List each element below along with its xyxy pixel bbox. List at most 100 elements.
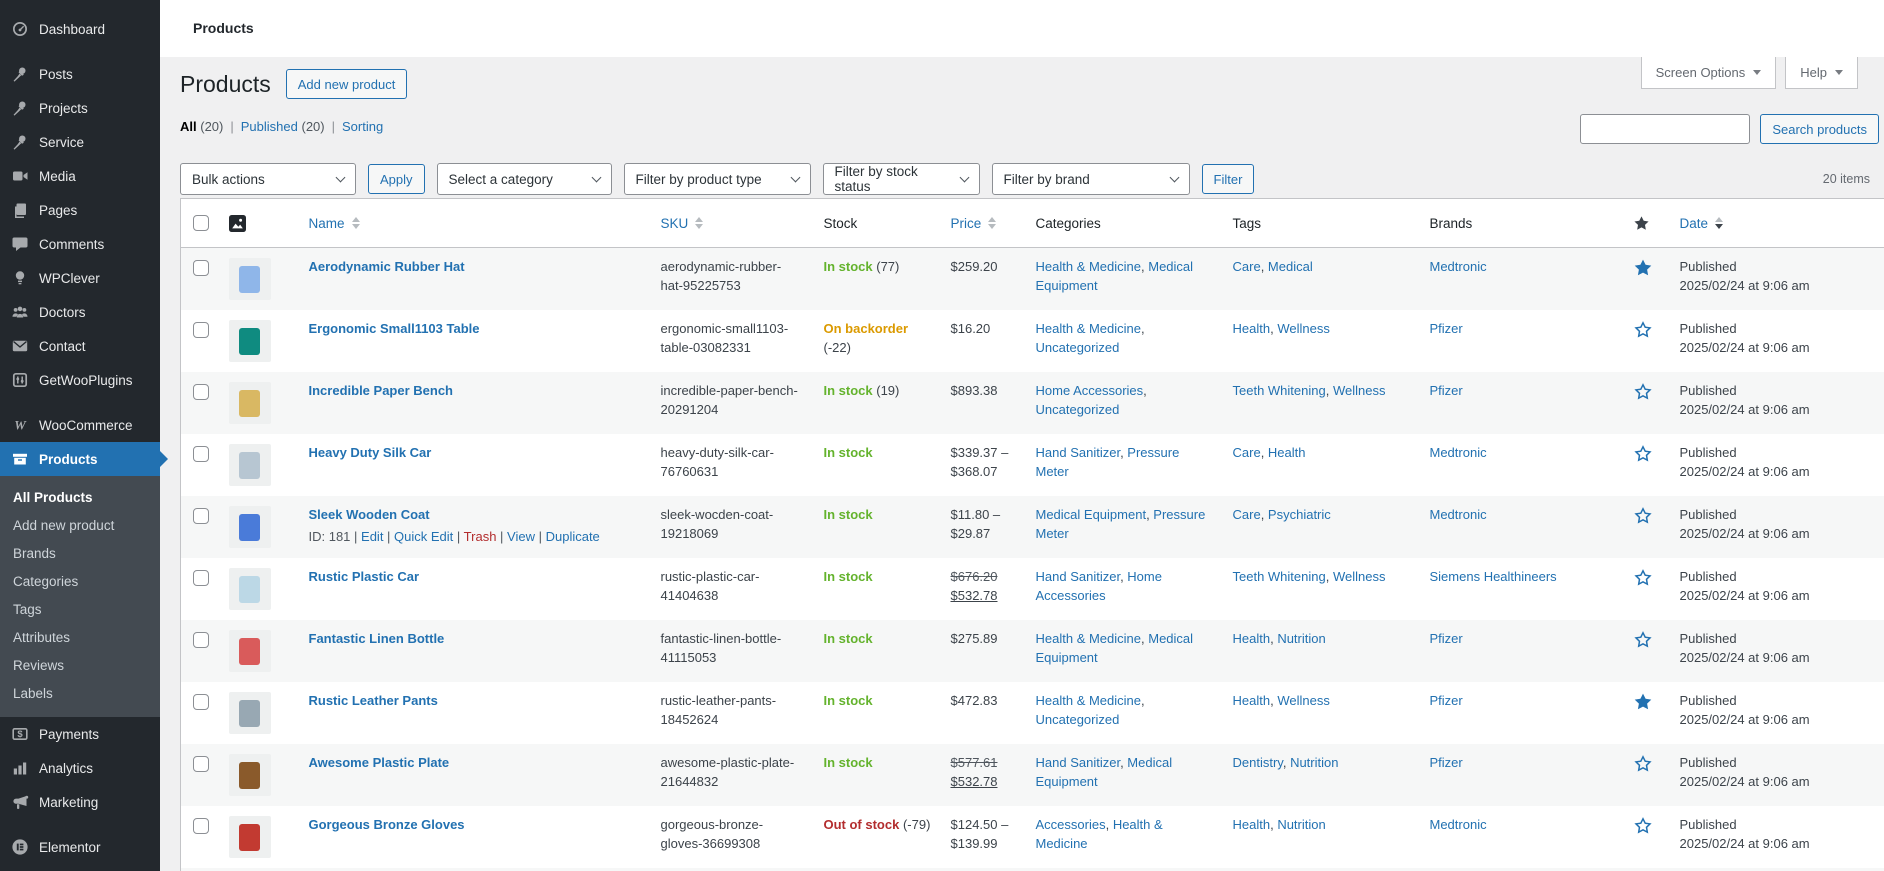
sort-date[interactable]: Date bbox=[1680, 216, 1724, 231]
product-name-link[interactable]: Heavy Duty Silk Car bbox=[309, 445, 432, 460]
category-link[interactable]: Medical Equipment bbox=[1036, 507, 1147, 522]
category-link[interactable]: Hand Sanitizer bbox=[1036, 755, 1121, 770]
sidebar-item-marketing[interactable]: Marketing bbox=[0, 785, 160, 819]
tag-link[interactable]: Wellness bbox=[1277, 693, 1330, 708]
featured-star-outline-icon[interactable] bbox=[1633, 576, 1653, 591]
product-thumbnail[interactable] bbox=[229, 630, 271, 672]
brand-link[interactable]: Medtronic bbox=[1430, 507, 1487, 522]
sidebar-item-contact[interactable]: Contact bbox=[0, 329, 160, 363]
help-button[interactable]: Help bbox=[1785, 57, 1858, 89]
product-name-link[interactable]: Fantastic Linen Bottle bbox=[309, 631, 445, 646]
product-name-link[interactable]: Ergonomic Small1103 Table bbox=[309, 321, 480, 336]
submenu-item-add-new-product[interactable]: Add new product bbox=[0, 512, 160, 540]
row-checkbox[interactable] bbox=[193, 818, 209, 834]
category-link[interactable]: Health & Medicine bbox=[1036, 631, 1142, 646]
sidebar-item-posts[interactable]: Posts bbox=[0, 57, 160, 91]
tag-link[interactable]: Psychiatric bbox=[1268, 507, 1331, 522]
brand-link[interactable]: Medtronic bbox=[1430, 259, 1487, 274]
category-link[interactable]: Uncategorized bbox=[1036, 340, 1120, 355]
tag-link[interactable]: Care bbox=[1233, 507, 1261, 522]
brand-link[interactable]: Pfizer bbox=[1430, 631, 1463, 646]
bulk-actions-select[interactable]: Bulk actions bbox=[180, 163, 356, 195]
brand-link[interactable]: Pfizer bbox=[1430, 383, 1463, 398]
product-thumbnail[interactable] bbox=[229, 320, 271, 362]
sidebar-item-pages[interactable]: Pages bbox=[0, 193, 160, 227]
submenu-item-tags[interactable]: Tags bbox=[0, 596, 160, 624]
product-thumbnail[interactable] bbox=[229, 506, 271, 548]
row-checkbox[interactable] bbox=[193, 322, 209, 338]
sidebar-item-payments[interactable]: $ Payments bbox=[0, 717, 160, 751]
brand-link[interactable]: Pfizer bbox=[1430, 693, 1463, 708]
sidebar-item-elementor[interactable]: Elementor bbox=[0, 830, 160, 864]
product-name-link[interactable]: Rustic Plastic Car bbox=[309, 569, 420, 584]
sort-name[interactable]: Name bbox=[309, 216, 360, 231]
featured-star-outline-icon[interactable] bbox=[1633, 762, 1653, 777]
tag-link[interactable]: Wellness bbox=[1277, 321, 1330, 336]
brand-filter-select[interactable]: Filter by brand bbox=[992, 163, 1190, 195]
category-link[interactable]: Home Accessories bbox=[1036, 383, 1144, 398]
tag-link[interactable]: Medical bbox=[1268, 259, 1313, 274]
submenu-item-brands[interactable]: Brands bbox=[0, 540, 160, 568]
sidebar-item-analytics[interactable]: Analytics bbox=[0, 751, 160, 785]
tag-link[interactable]: Dentistry bbox=[1233, 755, 1283, 770]
featured-star-outline-icon[interactable] bbox=[1633, 328, 1653, 343]
tag-link[interactable]: Care bbox=[1233, 259, 1261, 274]
search-input[interactable] bbox=[1580, 114, 1750, 144]
stock-status-filter-select[interactable]: Filter by stock status bbox=[823, 163, 980, 195]
product-thumbnail[interactable] bbox=[229, 816, 271, 858]
product-thumbnail[interactable] bbox=[229, 444, 271, 486]
add-new-product-button[interactable]: Add new product bbox=[286, 69, 408, 99]
product-name-link[interactable]: Incredible Paper Bench bbox=[309, 383, 454, 398]
category-link[interactable]: Hand Sanitizer bbox=[1036, 445, 1121, 460]
tag-link[interactable]: Care bbox=[1233, 445, 1261, 460]
product-name-link[interactable]: Gorgeous Bronze Gloves bbox=[309, 817, 465, 832]
product-name-link[interactable]: Rustic Leather Pants bbox=[309, 693, 438, 708]
row-checkbox[interactable] bbox=[193, 756, 209, 772]
row-action-view[interactable]: View bbox=[507, 529, 535, 544]
tag-link[interactable]: Teeth Whitening bbox=[1233, 383, 1326, 398]
sidebar-item-doctors[interactable]: Doctors bbox=[0, 295, 160, 329]
category-filter-select[interactable]: Select a category bbox=[437, 163, 612, 195]
tag-link[interactable]: Health bbox=[1233, 321, 1271, 336]
apply-button[interactable]: Apply bbox=[368, 164, 425, 194]
submenu-item-reviews[interactable]: Reviews bbox=[0, 652, 160, 680]
screen-options-button[interactable]: Screen Options bbox=[1641, 57, 1777, 89]
category-link[interactable]: Uncategorized bbox=[1036, 712, 1120, 727]
row-checkbox[interactable] bbox=[193, 694, 209, 710]
row-action-edit[interactable]: Edit bbox=[361, 529, 383, 544]
row-checkbox[interactable] bbox=[193, 632, 209, 648]
tag-link[interactable]: Nutrition bbox=[1277, 631, 1325, 646]
tag-link[interactable]: Wellness bbox=[1333, 383, 1386, 398]
product-name-link[interactable]: Sleek Wooden Coat bbox=[309, 507, 430, 522]
sidebar-item-woocommerce[interactable]: W WooCommerce bbox=[0, 408, 160, 442]
brand-link[interactable]: Pfizer bbox=[1430, 321, 1463, 336]
brand-link[interactable]: Pfizer bbox=[1430, 755, 1463, 770]
product-name-link[interactable]: Awesome Plastic Plate bbox=[309, 755, 450, 770]
view-sorting[interactable]: Sorting bbox=[342, 119, 383, 134]
row-action-trash[interactable]: Trash bbox=[464, 529, 497, 544]
category-link[interactable]: Accessories bbox=[1036, 817, 1106, 832]
featured-star-outline-icon[interactable] bbox=[1633, 824, 1653, 839]
row-checkbox[interactable] bbox=[193, 508, 209, 524]
search-products-button[interactable]: Search products bbox=[1760, 114, 1879, 144]
featured-star-outline-icon[interactable] bbox=[1633, 390, 1653, 405]
sort-sku[interactable]: SKU bbox=[661, 216, 704, 231]
view-published[interactable]: Published (20) bbox=[241, 119, 325, 134]
submenu-item-attributes[interactable]: Attributes bbox=[0, 624, 160, 652]
product-thumbnail[interactable] bbox=[229, 754, 271, 796]
category-link[interactable]: Uncategorized bbox=[1036, 402, 1120, 417]
featured-star-outline-icon[interactable] bbox=[1633, 638, 1653, 653]
tag-link[interactable]: Health bbox=[1233, 693, 1271, 708]
brand-link[interactable]: Medtronic bbox=[1430, 445, 1487, 460]
sidebar-item-service[interactable]: Service bbox=[0, 125, 160, 159]
tag-link[interactable]: Wellness bbox=[1333, 569, 1386, 584]
sidebar-item-products[interactable]: Products bbox=[0, 442, 160, 476]
filter-button[interactable]: Filter bbox=[1202, 164, 1255, 194]
product-thumbnail[interactable] bbox=[229, 258, 271, 300]
category-link[interactable]: Hand Sanitizer bbox=[1036, 569, 1121, 584]
select-all-checkbox[interactable] bbox=[193, 215, 209, 231]
brand-link[interactable]: Medtronic bbox=[1430, 817, 1487, 832]
row-action-quick-edit[interactable]: Quick Edit bbox=[394, 529, 453, 544]
sidebar-item-projects[interactable]: Projects bbox=[0, 91, 160, 125]
category-link[interactable]: Health & Medicine bbox=[1036, 259, 1142, 274]
